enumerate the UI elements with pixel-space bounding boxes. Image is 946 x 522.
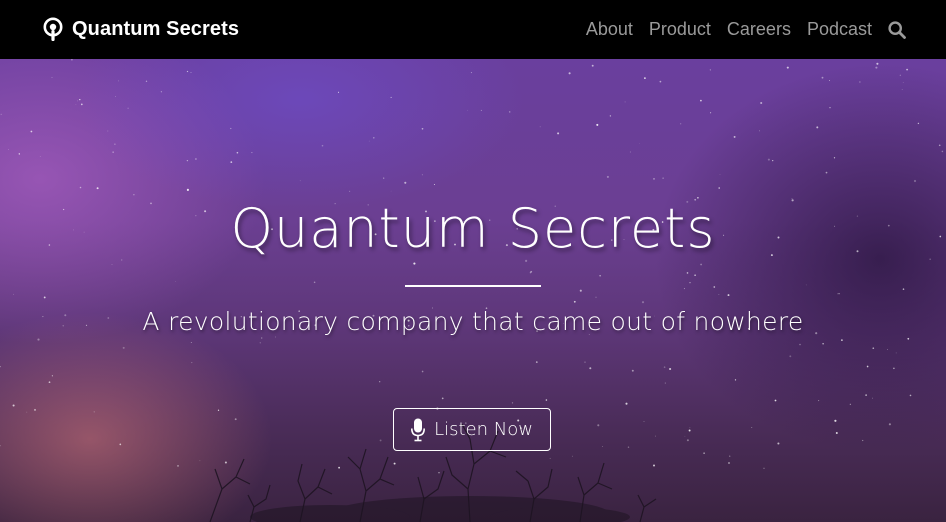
listen-now-button[interactable]: Listen Now <box>393 408 551 451</box>
hero-subtitle: A revolutionary company that came out of… <box>142 307 804 336</box>
microphone-icon <box>411 418 426 442</box>
hero-title: Quantum Secrets <box>230 197 716 260</box>
title-divider <box>405 285 541 287</box>
listen-now-label: Listen Now <box>434 419 533 440</box>
nav-link-about[interactable]: About <box>586 19 633 40</box>
brand-name: Quantum Secrets <box>72 18 240 40</box>
search-icon[interactable] <box>888 20 906 39</box>
navbar: Quantum Secrets About Product Careers Po… <box>0 0 946 59</box>
nav-links: About Product Careers Podcast <box>586 19 906 40</box>
hero-section: Quantum Secrets A revolutionary company … <box>0 59 946 522</box>
nav-link-podcast[interactable]: Podcast <box>807 19 872 40</box>
brand-link[interactable]: Quantum Secrets <box>42 17 239 43</box>
hero-content: Quantum Secrets A revolutionary company … <box>0 59 946 522</box>
landing-page: Quantum Secrets About Product Careers Po… <box>0 0 946 522</box>
nav-link-product[interactable]: Product <box>649 19 711 40</box>
nav-link-careers[interactable]: Careers <box>727 19 791 40</box>
podcast-icon <box>42 17 64 43</box>
